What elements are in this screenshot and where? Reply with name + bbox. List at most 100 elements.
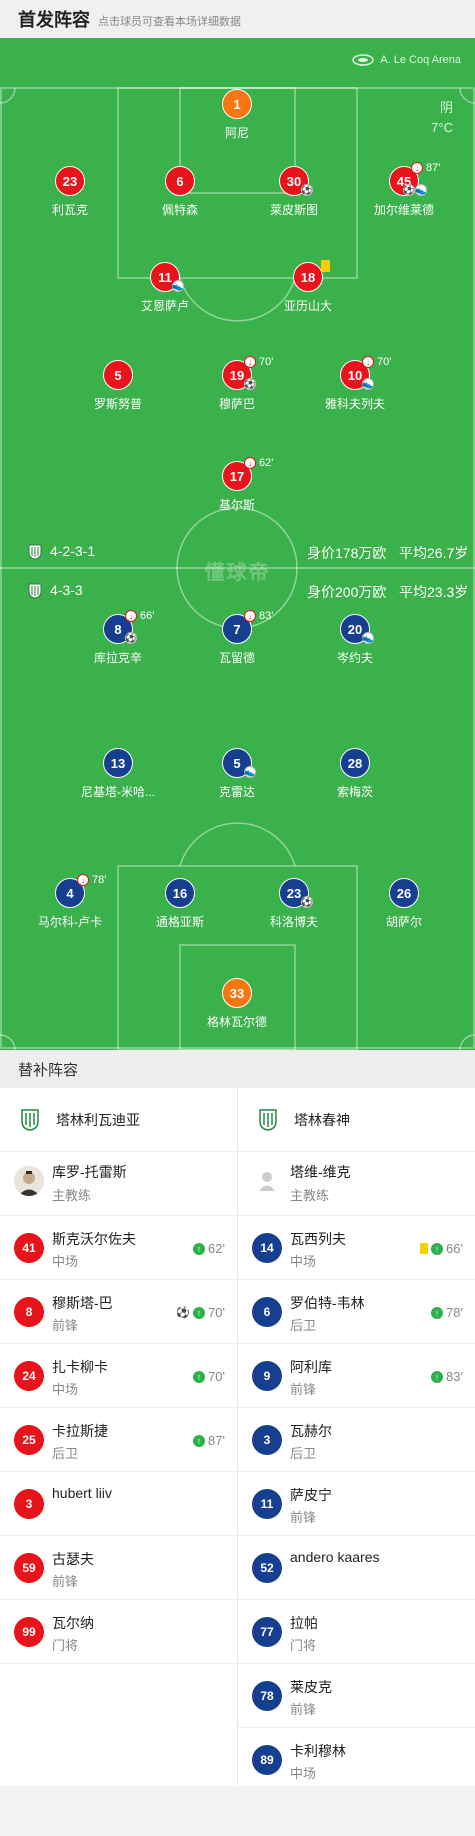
sub-number: 14 [252, 1233, 282, 1263]
goal-icon: ⚽ [301, 896, 313, 908]
home-team-row[interactable]: 塔林利瓦迪亚 [0, 1088, 237, 1152]
sub-off-icon: ↓ [244, 610, 256, 622]
sub-in-minute: 70' [208, 1305, 225, 1320]
home-player[interactable]: 1 阿尼 [182, 89, 292, 145]
goal-icon: ⚽ [301, 184, 313, 196]
sub-player-row[interactable]: 3 hubert liiv [0, 1472, 237, 1536]
home-subs-column: 塔林利瓦迪亚 库罗-托雷斯 主教练 41 斯克沃尔佐夫 中场 ↑ 62' 8 穆斯… [0, 1088, 237, 1664]
sub-player-row[interactable]: 3 瓦赫尔 后卫 [238, 1408, 475, 1472]
sub-in-icon: ↑ [193, 1370, 206, 1383]
player-events: 👟 [362, 378, 374, 390]
player-name: 艾恩萨卢 [140, 299, 189, 313]
away-player[interactable]: 23 ⚽ 科洛博夫 [239, 878, 349, 934]
home-player[interactable]: 30 ⚽ 莱皮斯图 [239, 166, 349, 222]
goal-icon: ⚽ [125, 632, 137, 644]
coach-avatar-placeholder-icon [252, 1166, 282, 1196]
home-player[interactable]: 17 ↓ 62' 基尔斯 [182, 457, 292, 517]
sub-number: 99 [14, 1617, 44, 1647]
away-player[interactable]: 26 胡萨尔 [349, 878, 459, 934]
yellow-card-icon [420, 1243, 429, 1254]
weather: 阴 7°C [431, 98, 453, 138]
sub-name: 萨皮宁 [290, 1487, 332, 1503]
player-name: 马尔科-卢卡 [38, 915, 102, 929]
sub-name: 瓦赫尔 [290, 1423, 332, 1439]
sub-number: 11 [252, 1489, 282, 1519]
home-crest-icon [28, 544, 42, 560]
player-name: 格林瓦尔德 [206, 1015, 267, 1029]
sub-player-row[interactable]: 9 阿利库 前锋 ↑ 83' [238, 1344, 475, 1408]
home-avg-age: 平均26.7岁 [399, 545, 469, 561]
away-player[interactable]: 20 👟 岑约夫 [300, 614, 410, 670]
home-coach-row[interactable]: 库罗-托雷斯 主教练 [0, 1152, 237, 1216]
away-coach-row[interactable]: 塔维-维克 主教练 [238, 1152, 475, 1216]
sub-number: 89 [252, 1745, 282, 1775]
sub-name: 莱皮克 [290, 1679, 332, 1695]
assist-icon: 👟 [415, 184, 427, 196]
player-name: 佩特森 [161, 203, 198, 217]
sub-name: 古瑟夫 [52, 1551, 94, 1567]
sub-player-row[interactable]: 77 拉帕 门将 [238, 1600, 475, 1664]
away-player[interactable]: 33 格林瓦尔德 [182, 978, 292, 1034]
sub-player-row[interactable]: 6 罗伯特-韦林 后卫 ↑ 78' [238, 1280, 475, 1344]
player-name: 岑约夫 [336, 651, 373, 665]
assist-icon: 👟 [244, 766, 256, 778]
home-formation: 4-2-3-1 [50, 543, 96, 559]
sub-in-info: ↑ 87' [193, 1433, 225, 1448]
player-number: 33 [222, 978, 252, 1008]
player-number: 13 [103, 748, 133, 778]
sub-in-info: ↑ 70' [193, 1369, 225, 1384]
sub-position: 前锋 [52, 1318, 79, 1333]
sub-player-row[interactable]: 89 卡利穆林 中场 [238, 1728, 475, 1792]
sub-number: 52 [252, 1553, 282, 1583]
sub-minute: 83' [259, 610, 274, 622]
home-player[interactable]: 10 ↓ 70' 👟 雅科夫列夫 [300, 356, 410, 416]
home-player[interactable]: 11 👟 艾恩萨卢 [110, 262, 220, 318]
coach-role: 主教练 [290, 1188, 330, 1203]
home-player[interactable]: 18 亚历山大 [253, 260, 363, 318]
sub-position: 中场 [290, 1766, 317, 1781]
yellow-card-icon [321, 260, 330, 272]
sub-in-minute: 78' [446, 1305, 463, 1320]
sub-player-row[interactable]: 25 卡拉斯捷 后卫 ↑ 87' [0, 1408, 237, 1472]
sub-player-row[interactable]: 8 穆斯塔-巴 前锋 ⚽ ↑ 70' [0, 1280, 237, 1344]
sub-player-row[interactable]: 99 瓦尔纳 门将 [0, 1600, 237, 1664]
home-player[interactable]: 45 ↓ 87' ⚽ 👟 加尔维莱德 [349, 162, 459, 222]
away-team-row[interactable]: 塔林春神 [238, 1088, 475, 1152]
home-player[interactable]: 19 ↓ 70' ⚽ 穆萨巴 [182, 356, 292, 416]
sub-position: 前锋 [290, 1510, 317, 1525]
sub-in-icon: ↑ [431, 1306, 444, 1319]
sub-player-row[interactable]: 78 莱皮克 前锋 [238, 1664, 475, 1728]
away-player[interactable]: 5 👟 克雷达 [182, 748, 292, 804]
sub-minute: 66' [140, 610, 155, 622]
sub-off-indicator: ↓ 83' [244, 610, 273, 622]
away-player[interactable]: 7 ↓ 83' 瓦留德 [182, 610, 292, 670]
header-title: 首发阵容 [18, 10, 90, 30]
player-number: 5 [103, 360, 133, 390]
goal-icon: ⚽ [403, 184, 415, 196]
sub-player-row[interactable]: 59 古瑟夫 前锋 [0, 1536, 237, 1600]
sub-player-row[interactable]: 11 萨皮宁 前锋 [238, 1472, 475, 1536]
away-player[interactable]: 8 ↓ 66' ⚽ 库拉克辛 [63, 610, 173, 670]
player-number: 6 [165, 166, 195, 196]
sub-number: 8 [14, 1297, 44, 1327]
player-name: 利瓦克 [51, 203, 88, 217]
home-player[interactable]: 5 罗斯努普 [63, 360, 173, 416]
away-player[interactable]: 13 尼基塔-米哈... [63, 748, 173, 804]
player-number: 26 [389, 878, 419, 908]
sub-player-row[interactable]: 14 瓦西列夫 中场 ↑ 66' [238, 1216, 475, 1280]
player-number: 16 [165, 878, 195, 908]
sub-player-row[interactable]: 24 扎卡柳卡 中场 ↑ 70' [0, 1344, 237, 1408]
away-player[interactable]: 16 通格亚斯 [125, 878, 235, 934]
sub-position: 前锋 [52, 1574, 79, 1589]
sub-name: 卡利穆林 [290, 1743, 346, 1759]
away-player[interactable]: 4 ↓ 78' 马尔科-卢卡 [15, 874, 125, 934]
player-name: 穆萨巴 [218, 397, 255, 411]
sub-player-row[interactable]: 52 andero kaares [238, 1536, 475, 1600]
stadium-name: A. Le Coq Arena [380, 54, 461, 66]
player-events: ⚽ [125, 632, 137, 644]
player-name: 索梅茨 [336, 785, 373, 799]
sub-player-row[interactable]: 41 斯克沃尔佐夫 中场 ↑ 62' [0, 1216, 237, 1280]
home-player[interactable]: 6 佩特森 [125, 166, 235, 222]
away-player[interactable]: 28 索梅茨 [300, 748, 410, 804]
home-player[interactable]: 23 利瓦克 [15, 166, 125, 222]
